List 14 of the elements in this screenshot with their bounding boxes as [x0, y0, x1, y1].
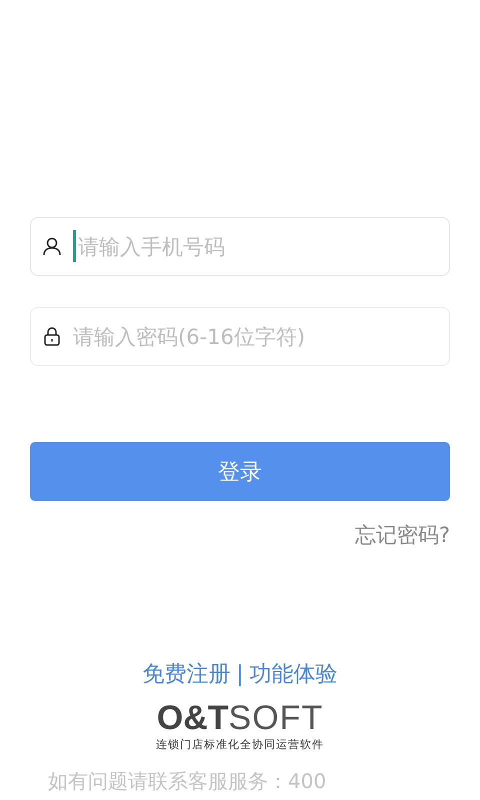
support-text: 如有问题请联系客服服务：400 [48, 768, 328, 795]
login-button[interactable]: 登录 [30, 442, 450, 501]
input-field[interactable]: 请输入手机号码 [30, 217, 450, 276]
user-icon [42, 236, 62, 256]
forgot-password-link[interactable]: 忘记密码? [354, 521, 450, 549]
trial-link[interactable]: 功能体验 [250, 659, 338, 689]
register-link[interactable]: 免费注册 [142, 659, 230, 689]
logo-word: SOFT [228, 701, 324, 735]
logo-mark: O&T [156, 701, 229, 735]
logo-tagline: 连锁门店标准化全协同运营软件 [155, 737, 325, 752]
text-cursor [73, 230, 76, 262]
separator: | [236, 662, 244, 686]
lock-icon [42, 326, 62, 346]
input-field[interactable]: 请输入密码(6-16位字符) [30, 307, 450, 366]
